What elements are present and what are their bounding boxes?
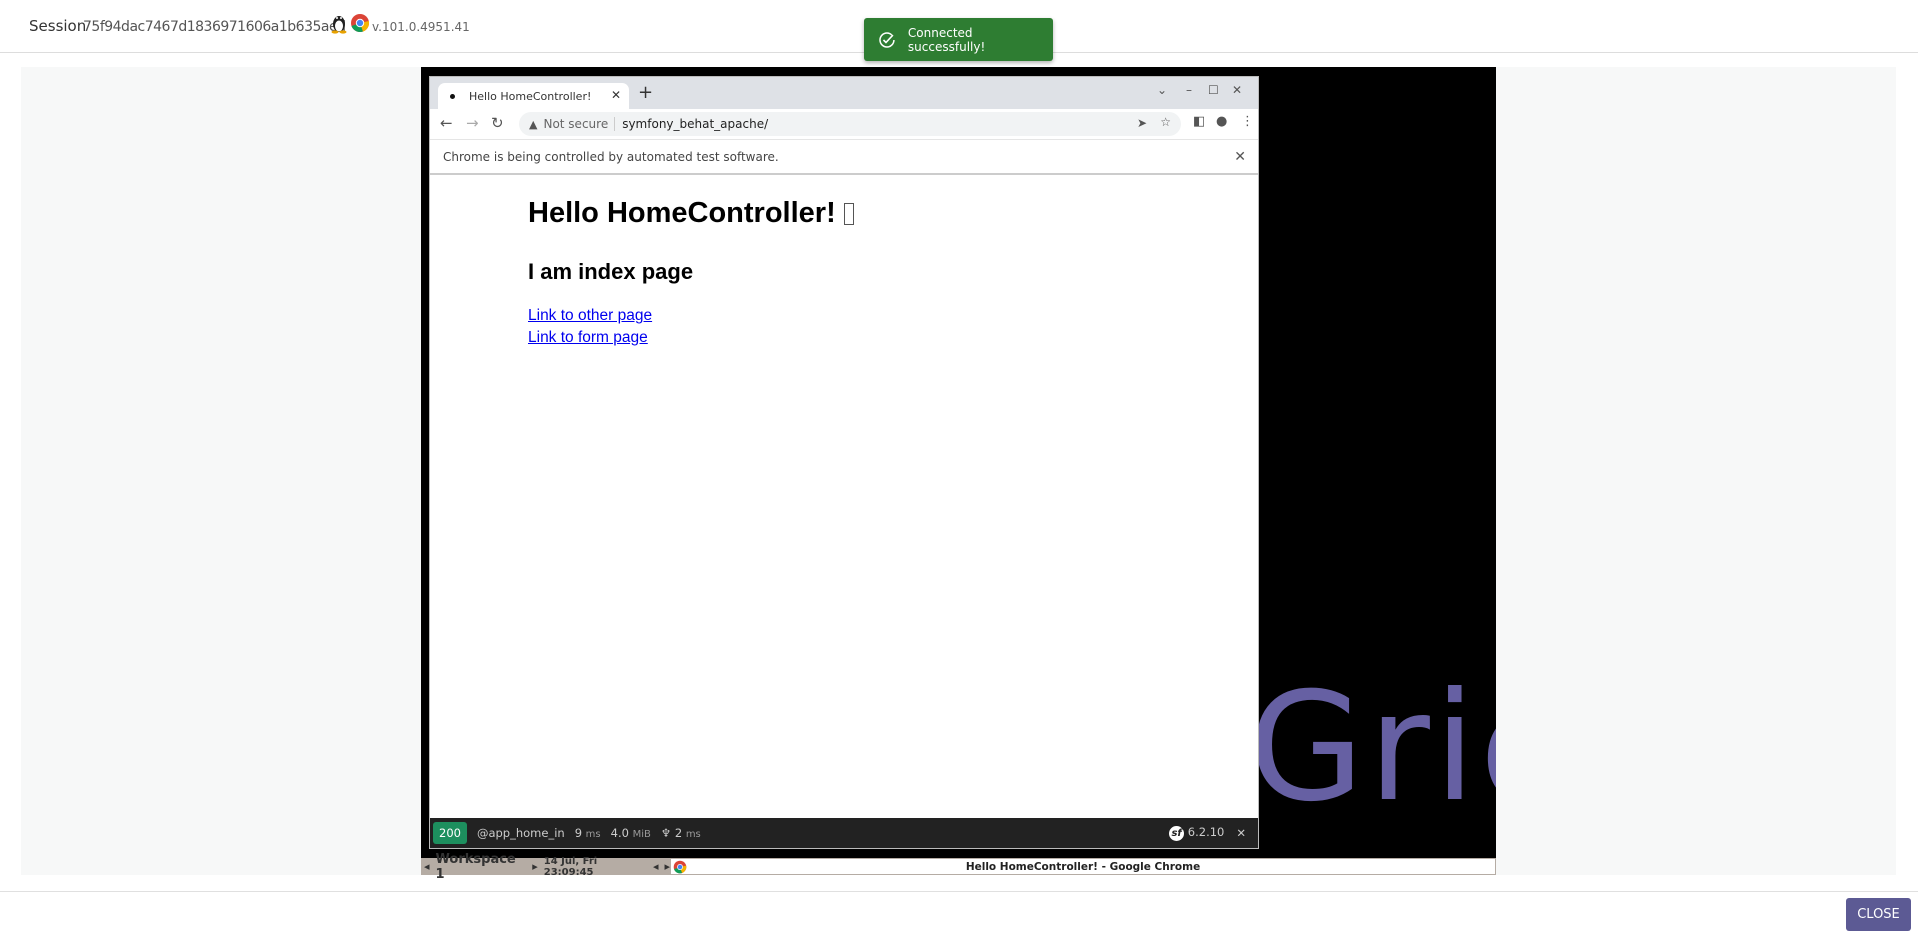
- new-tab-icon[interactable]: +: [638, 82, 653, 103]
- memory-usage[interactable]: 4.0 MiB: [611, 826, 651, 840]
- reload-icon[interactable]: ↻: [491, 114, 504, 132]
- tab-title: Hello HomeController!: [469, 89, 592, 103]
- next-workspace-icon[interactable]: ▸: [532, 860, 538, 873]
- chrome-icon: [673, 860, 687, 874]
- vnc-screen[interactable]: Grid Hello HomeController! ✕ + ⌄ – ☐ ✕ ←…: [421, 67, 1496, 858]
- twig-icon: ♆: [660, 826, 672, 840]
- maximize-icon[interactable]: ☐: [1208, 83, 1219, 97]
- toast-notification: Connected successfully!: [864, 18, 1053, 61]
- symfony-logo-icon: sf: [1169, 826, 1185, 841]
- send-icon[interactable]: ➤: [1137, 116, 1147, 130]
- symfony-debug-toolbar: 200 @app_home_in 9 ms 4.0 MiB ♆ 2 ms sf …: [430, 818, 1258, 848]
- check-circle-icon: [879, 31, 895, 48]
- profile-icon[interactable]: ●: [1216, 114, 1227, 129]
- side-panel-icon[interactable]: ◧: [1193, 114, 1205, 129]
- missing-glyph-icon: [843, 202, 854, 225]
- browser-tab[interactable]: Hello HomeController! ✕: [438, 83, 629, 109]
- twig-time[interactable]: ♆ 2 ms: [661, 826, 701, 840]
- workspace-label[interactable]: Workspace 1: [436, 852, 527, 882]
- request-time[interactable]: 9 ms: [575, 826, 601, 840]
- symfony-version[interactable]: sf 6.2.10: [1169, 825, 1224, 841]
- status-code-badge[interactable]: 200: [433, 822, 467, 844]
- infobar-message: Chrome is being controlled by automated …: [443, 149, 779, 164]
- chrome-window: Hello HomeController! ✕ + ⌄ – ☐ ✕ ← → ↻ …: [429, 76, 1259, 849]
- tab-bar: Hello HomeController! ✕ + ⌄ – ☐ ✕: [430, 77, 1258, 109]
- footer-divider: [0, 891, 1918, 892]
- prev-workspace-icon[interactable]: ◂: [424, 860, 430, 873]
- session-id: 75f94dac7467d1836971606a1b635aed: [83, 19, 346, 35]
- session-label: Session: [29, 17, 87, 35]
- route-name[interactable]: @app_home_in: [477, 826, 565, 840]
- menu-icon[interactable]: ⋮: [1241, 114, 1254, 129]
- url-text: symfony_behat_apache/: [622, 117, 769, 131]
- desktop-taskbar: ◂ Workspace 1 ▸ 14 Jul, Fri 23:09:45 ◂ ▸…: [421, 852, 1496, 882]
- infobar-close-icon[interactable]: ✕: [1234, 149, 1246, 165]
- toast-message: Connected successfully!: [907, 25, 986, 54]
- toolbar-close-icon[interactable]: ✕: [1236, 826, 1246, 840]
- warning-icon: ▲: [529, 117, 538, 131]
- link-other-page[interactable]: Link to other page: [528, 307, 652, 325]
- favicon-icon: [450, 93, 455, 99]
- heading-text: Hello HomeController!: [528, 197, 836, 229]
- link-form-page[interactable]: Link to form page: [528, 329, 648, 347]
- browser-toolbar: ← → ↻ ▲ Not secure symfony_behat_apache/…: [430, 109, 1258, 139]
- window-title: Hello HomeController! - Google Chrome: [965, 860, 1201, 873]
- page-subheading: I am index page: [528, 259, 694, 284]
- automation-infobar: Chrome is being controlled by automated …: [430, 139, 1258, 175]
- forward-icon[interactable]: →: [466, 114, 479, 132]
- page-content: Hello HomeController! I am index page Li…: [430, 175, 1258, 818]
- prev-window-icon[interactable]: ◂: [653, 860, 659, 873]
- close-button[interactable]: CLOSE: [1846, 898, 1911, 931]
- minimize-icon[interactable]: –: [1186, 83, 1192, 97]
- page-heading: Hello HomeController!: [528, 197, 854, 230]
- platform-icons: [330, 12, 370, 34]
- tab-close-icon[interactable]: ✕: [611, 88, 621, 102]
- browser-version: v.101.0.4951.41: [372, 20, 470, 34]
- selenium-grid-logo: Grid: [1248, 661, 1496, 835]
- security-label: Not secure: [543, 117, 616, 131]
- tab-search-icon[interactable]: ⌄: [1157, 83, 1167, 97]
- taskbar-left: ◂ Workspace 1 ▸ 14 Jul, Fri 23:09:45 ◂ ▸: [421, 852, 670, 882]
- back-icon[interactable]: ←: [440, 114, 453, 132]
- address-bar[interactable]: ▲ Not secure symfony_behat_apache/ ➤ ☆: [519, 112, 1181, 136]
- window-close-icon[interactable]: ✕: [1232, 83, 1242, 97]
- taskbar-clock: 14 Jul, Fri 23:09:45: [543, 855, 598, 878]
- taskbar-window[interactable]: Hello HomeController! - Google Chrome: [670, 858, 1496, 875]
- bookmark-star-icon[interactable]: ☆: [1160, 115, 1171, 129]
- chrome-icon: [351, 14, 370, 33]
- linux-icon: [331, 16, 347, 34]
